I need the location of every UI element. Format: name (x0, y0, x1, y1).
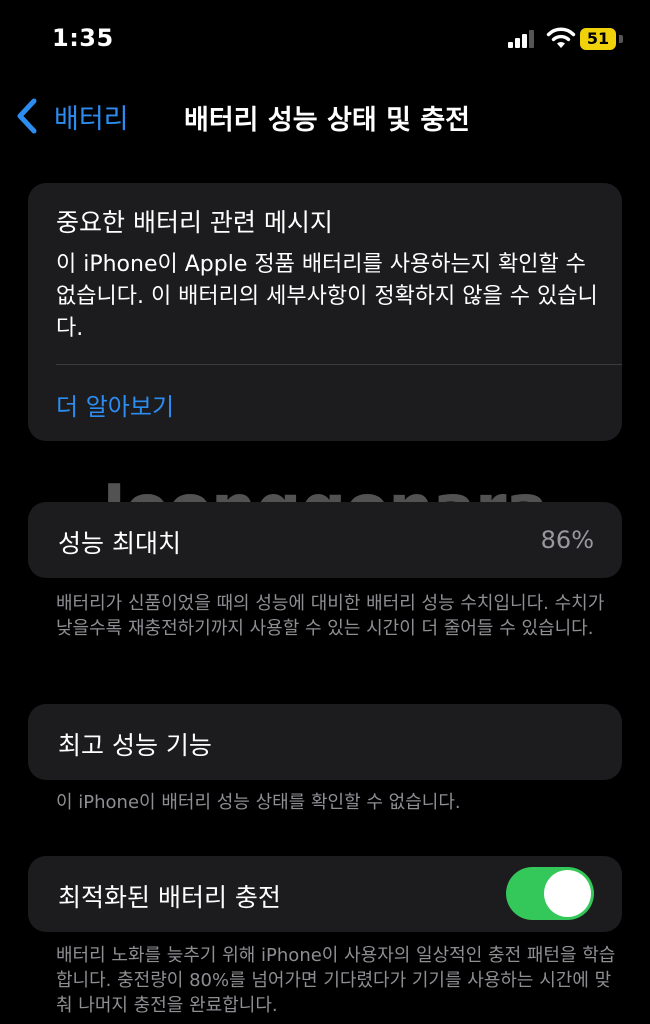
maximum-capacity-value: 86% (540, 526, 594, 554)
back-label: 배터리 (54, 103, 129, 135)
important-message-card: 중요한 배터리 관련 메시지 이 iPhone이 Apple 정품 배터리를 사… (28, 183, 622, 441)
status-time: 1:35 (52, 24, 114, 52)
optimized-charging-toggle[interactable] (506, 867, 594, 920)
learn-more-link[interactable]: 더 알아보기 (56, 387, 174, 422)
optimized-charging-footnote: 배터리 노화를 늦추기 위해 iPhone이 사용자의 일상적인 충전 패턴을 … (56, 945, 616, 1016)
cellular-signal-icon (508, 30, 538, 48)
battery-level: 51 (580, 28, 616, 50)
page-title: 배터리 성능 상태 및 충전 (184, 105, 470, 136)
maximum-capacity-footnote: 배터리가 신품이었을 때의 성능에 대비한 배터리 성능 수치입니다. 수치가 … (56, 593, 605, 639)
status-bar: 1:35 51 (0, 0, 650, 80)
navigation-bar: 배터리 배터리 성능 상태 및 충전 (0, 88, 650, 144)
peak-performance-footnote: 이 iPhone이 배터리 성능 상태를 확인할 수 없습니다. (56, 792, 461, 813)
peak-performance-label: 최고 성능 기능 (58, 731, 212, 760)
wifi-icon (546, 27, 576, 48)
peak-performance-row: 최고 성능 기능 (28, 704, 622, 780)
back-button[interactable]: 배터리 (14, 96, 129, 136)
message-title: 중요한 배터리 관련 메시지 (56, 208, 333, 237)
maximum-capacity-row: 성능 최대치 86% (28, 502, 622, 578)
divider (56, 364, 622, 365)
chevron-left-icon (17, 98, 37, 134)
battery-icon: 51 (580, 28, 624, 50)
optimized-charging-row: 최적화된 배터리 충전 (28, 856, 622, 932)
message-body: 이 iPhone이 Apple 정품 배터리를 사용하는지 확인할 수 없습니다… (56, 252, 598, 341)
maximum-capacity-label: 성능 최대치 (58, 529, 181, 558)
toggle-knob (544, 870, 591, 917)
optimized-charging-label: 최적화된 배터리 충전 (58, 883, 281, 912)
